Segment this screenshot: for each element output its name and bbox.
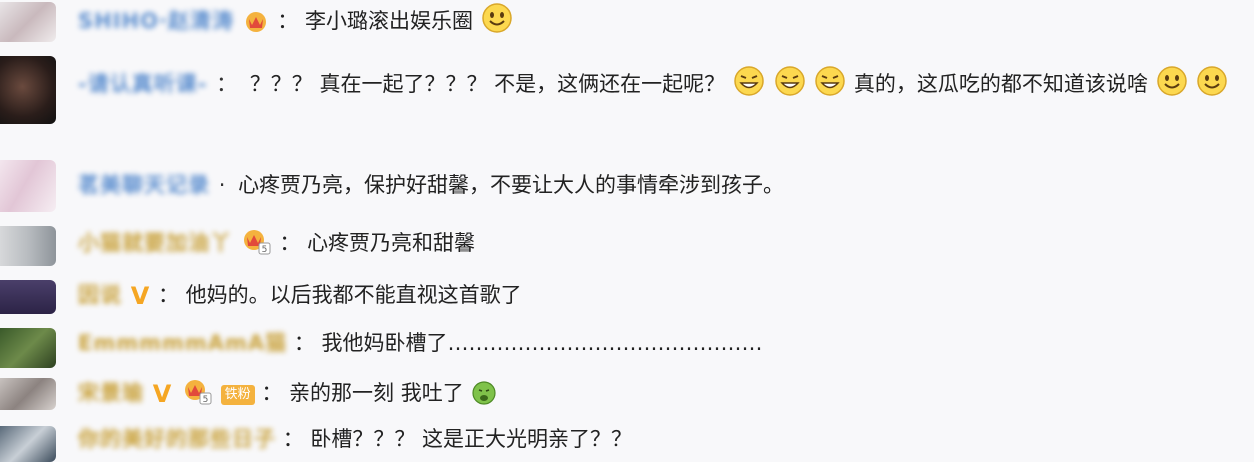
level-badge: 5 [261, 245, 267, 255]
avatar[interactable] [0, 378, 56, 410]
separator: ： [279, 231, 301, 255]
smile-emoji-icon [1196, 65, 1228, 110]
crown-icon: 5 [241, 227, 271, 265]
separator: ： [157, 283, 179, 307]
username[interactable]: EmmmmmAmA猫 [78, 326, 287, 360]
separator: ： [216, 72, 238, 96]
username[interactable]: 茗美聊天记录 [78, 168, 210, 202]
avatar[interactable] [0, 328, 56, 368]
verified-badge: V [130, 282, 150, 310]
comment-row: 小猫就要加油丫 5 ： 心疼贾乃亮和甜馨 [0, 222, 1254, 268]
fan-badge: 铁粉 [220, 385, 255, 405]
comment-row: EmmmmmAmA猫 ： 我他妈卧槽了……………………………………… [0, 324, 1254, 370]
comment-text: 心疼贾乃亮，保护好甜馨，不要让大人的事情牵涉到孩子。 [238, 173, 785, 197]
separator: · [218, 173, 226, 197]
comment-text-2: 真的，这瓜吃的都不知道该说啥 [853, 72, 1148, 96]
avatar[interactable] [0, 2, 56, 42]
username[interactable]: 宋景瑜 [78, 376, 144, 410]
comment-text: ？？？ 真在一起了？？？ 不是，这俩还在一起呢？ [249, 72, 726, 96]
crown-icon [243, 9, 269, 43]
avatar[interactable] [0, 426, 56, 462]
username[interactable]: SHIHO·赵清涛 [78, 4, 234, 38]
grin-emoji-icon [774, 65, 806, 110]
comment-text: 李小璐滚出娱乐圈 [304, 9, 473, 33]
avatar[interactable] [0, 56, 56, 124]
comment-text: 心疼贾乃亮和甜馨 [307, 231, 476, 255]
separator: ： [261, 381, 283, 405]
avatar[interactable] [0, 160, 56, 212]
separator: ： [293, 331, 315, 355]
vomit-emoji-icon [471, 380, 497, 416]
username[interactable]: 小猫就要加油丫 [78, 226, 232, 260]
smile-emoji-icon [481, 2, 513, 44]
avatar[interactable] [0, 226, 56, 266]
comment-row: -请认真听课- ： ？？？ 真在一起了？？？ 不是，这俩还在一起呢？ 真的，这瓜… [0, 52, 1254, 150]
avatar[interactable] [0, 280, 56, 314]
separator: ： [277, 9, 299, 33]
verified-badge: V [152, 380, 172, 408]
username[interactable]: 因说 [78, 278, 122, 312]
grin-emoji-icon [814, 65, 846, 110]
smile-emoji-icon [1156, 65, 1188, 110]
comment-text: 我他妈卧槽了……………………………………… [321, 331, 763, 355]
level-badge: 5 [203, 395, 209, 405]
comment-row: 宋景瑜 V 5 铁粉 ： 亲的那一刻 我吐了 [0, 374, 1254, 414]
grin-emoji-icon [733, 65, 765, 110]
separator: ： [282, 427, 304, 451]
comment-row: 茗美聊天记录 · 心疼贾乃亮，保护好甜馨，不要让大人的事情牵涉到孩子。 [0, 156, 1254, 216]
comment-text: 卧槽？？？ 这是正大光明亲了？？ [310, 427, 633, 451]
crown-icon: 5 [182, 377, 212, 415]
comment-text: 他妈的。以后我都不能直视这首歌了 [185, 283, 522, 307]
username[interactable]: -请认真听课- [78, 64, 207, 104]
comment-row: 因说 V ： 他妈的。以后我都不能直视这首歌了 [0, 276, 1254, 318]
comment-text: 亲的那一刻 我吐了 [289, 381, 464, 405]
comment-row: 你的美好的那些日子 ： 卧槽？？？ 这是正大光明亲了？？ [0, 420, 1254, 462]
comment-row: SHIHO·赵清涛 ： 李小璐滚出娱乐圈 [0, 0, 1254, 46]
username[interactable]: 你的美好的那些日子 [78, 422, 276, 456]
